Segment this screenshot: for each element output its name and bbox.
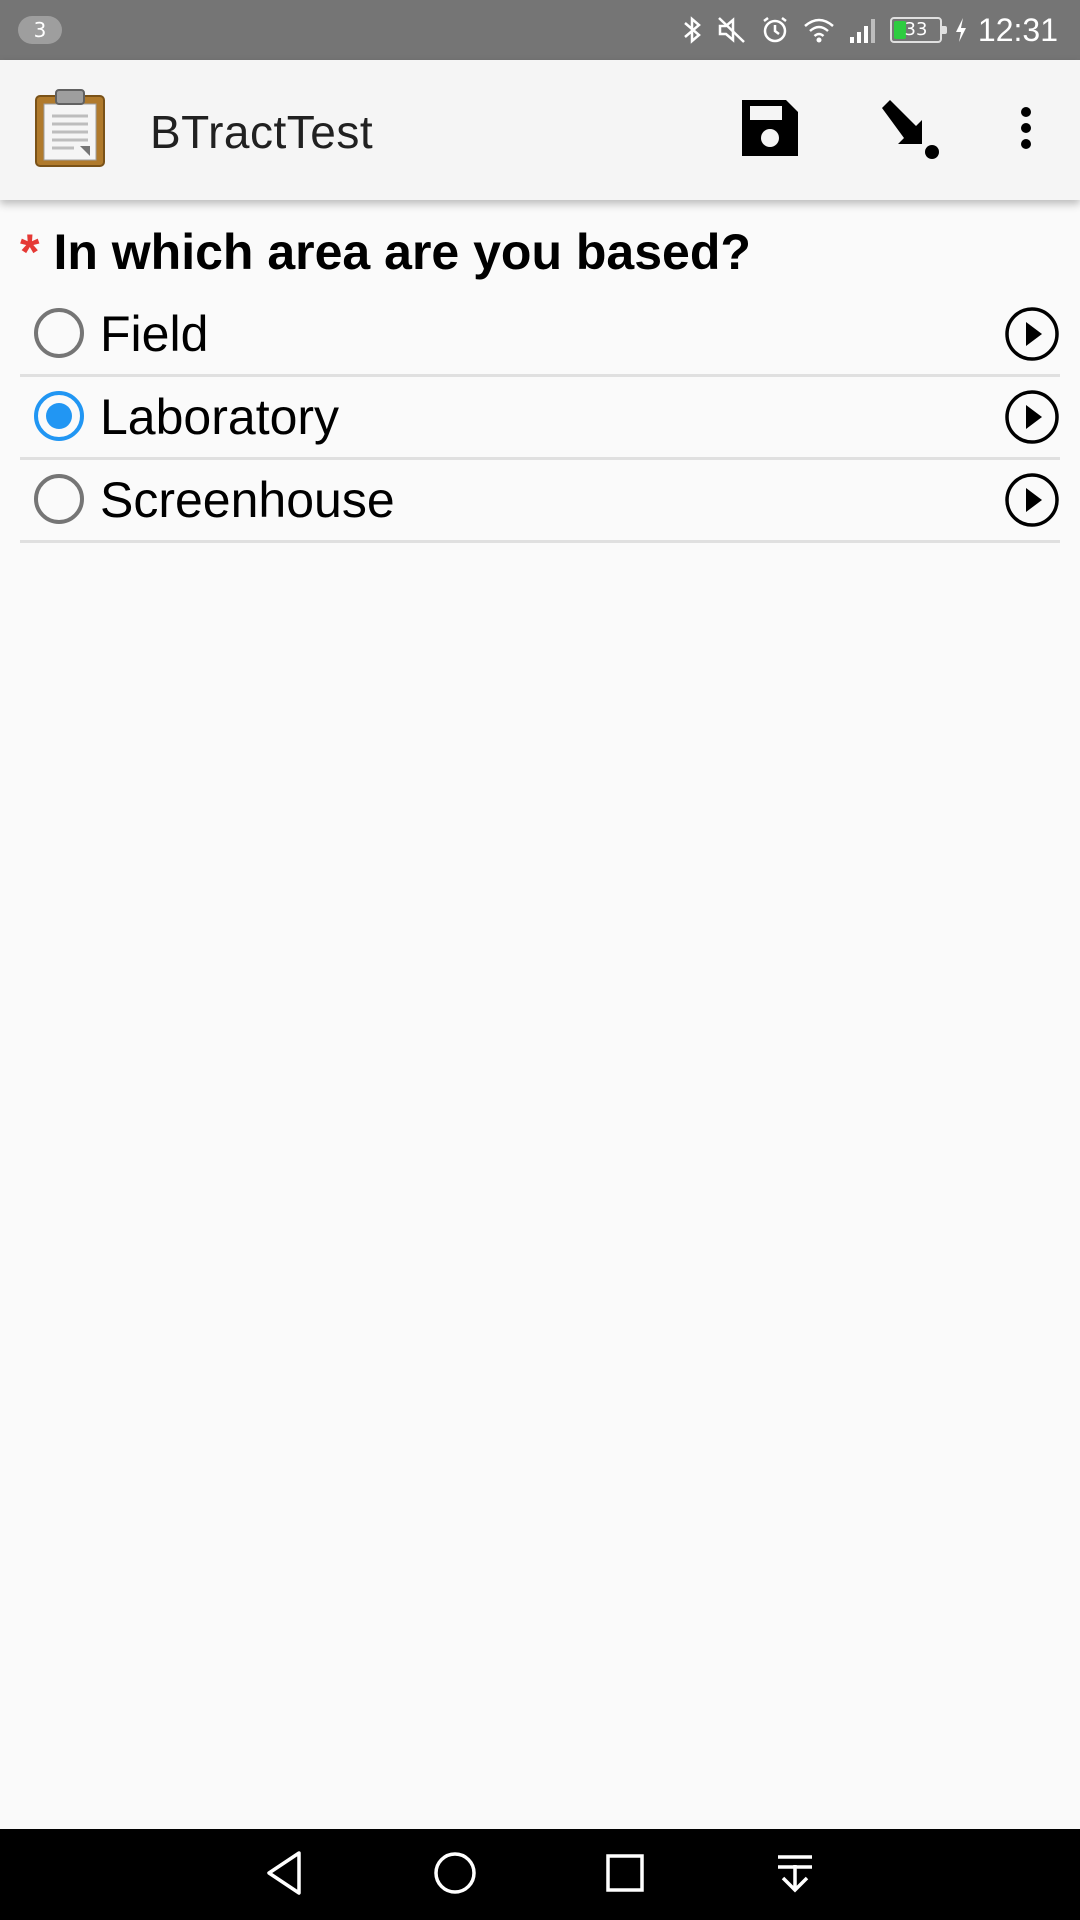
play-circle-icon[interactable] [1004, 472, 1060, 528]
bluetooth-icon [682, 15, 704, 45]
clipboard-icon [34, 88, 106, 168]
app-bar: BTractTest [0, 60, 1080, 200]
save-icon [738, 96, 802, 165]
wifi-icon [802, 15, 836, 45]
app-title: BTractTest [150, 106, 374, 158]
option-label: Laboratory [100, 389, 340, 445]
clock: 12:31 [977, 12, 1058, 48]
pull-down-icon [774, 1851, 816, 1900]
recents-button[interactable] [595, 1845, 655, 1905]
charging-icon [954, 15, 968, 45]
battery-level: 33 [904, 19, 928, 40]
status-icons: 33 [682, 10, 968, 50]
battery-icon: 33 [890, 17, 947, 43]
pull-down-button[interactable] [765, 1845, 825, 1905]
navigation-bar [0, 1829, 1080, 1920]
battery-tip [942, 26, 947, 34]
option-label: Field [100, 306, 209, 362]
option-label: Screenhouse [100, 472, 395, 528]
required-marker: * [20, 224, 40, 280]
radio-button[interactable] [34, 308, 84, 358]
back-icon [263, 1849, 307, 1902]
back-button[interactable] [255, 1845, 315, 1905]
notification-count-badge: 3 [18, 16, 62, 44]
option-screenhouse[interactable]: Screenhouse [20, 460, 1060, 543]
overflow-menu-icon [1020, 106, 1032, 155]
question-prompt: * In which area are you based? [20, 224, 751, 280]
overflow-menu-button[interactable] [1006, 92, 1046, 168]
option-list: Field Laboratory Screenhouse [20, 294, 1060, 543]
home-button[interactable] [425, 1845, 485, 1905]
mute-icon [716, 15, 748, 45]
option-laboratory[interactable]: Laboratory [20, 377, 1060, 460]
play-circle-icon[interactable] [1004, 306, 1060, 362]
status-bar: 3 33 12:31 [0, 0, 1080, 60]
question-text: In which area are you based? [53, 224, 751, 280]
alarm-icon [760, 15, 790, 45]
radio-button[interactable] [34, 391, 84, 441]
option-field[interactable]: Field [20, 294, 1060, 377]
home-icon [432, 1850, 478, 1901]
radio-button[interactable] [34, 474, 84, 524]
signal-icon [848, 15, 878, 45]
recents-icon [604, 1852, 646, 1899]
jump-icon [876, 96, 940, 165]
save-button[interactable] [732, 92, 808, 168]
jump-button[interactable] [870, 92, 946, 168]
play-circle-icon[interactable] [1004, 389, 1060, 445]
